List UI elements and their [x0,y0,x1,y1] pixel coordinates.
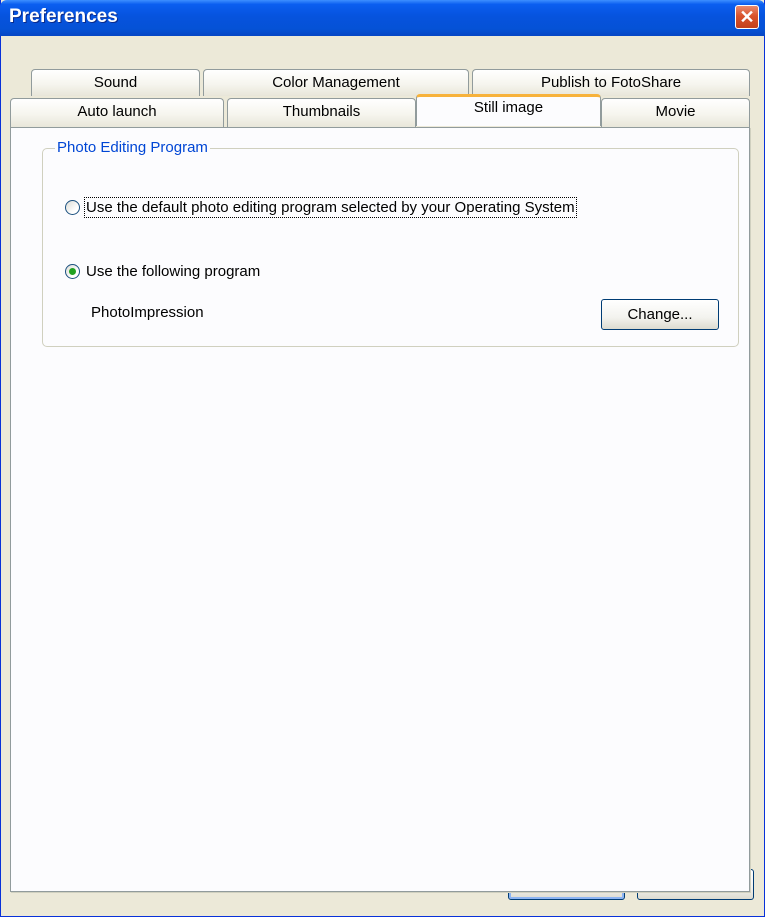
close-icon: ✕ [739,7,755,27]
radio-default-program[interactable]: Use the default photo editing program se… [65,197,577,218]
tab-publish-to-fotoshare[interactable]: Publish to FotoShare [472,69,750,96]
radio-following-indicator[interactable] [65,264,80,279]
tab-sound[interactable]: Sound [31,69,200,96]
photo-editing-program-group: Photo Editing Program Use the default ph… [42,139,739,347]
tab-thumbnails[interactable]: Thumbnails [227,98,416,127]
window-title: Preferences [9,6,118,27]
radio-default-indicator[interactable] [65,200,80,215]
change-button[interactable]: Change... [601,299,719,330]
radio-following-program[interactable]: Use the following program [65,263,260,280]
still-image-panel: Photo Editing Program Use the default ph… [10,127,750,892]
group-title: Photo Editing Program [55,139,210,157]
radio-default-label[interactable]: Use the default photo editing program se… [84,197,577,218]
tab-movie[interactable]: Movie [601,98,750,127]
preferences-window: Preferences ✕ Sound Color Management Pub… [0,0,765,917]
close-button[interactable]: ✕ [735,5,759,29]
dialog-body: Sound Color Management Publish to FotoSh… [1,36,764,916]
title-bar[interactable]: Preferences ✕ [0,0,765,36]
tab-still-image[interactable]: Still image [416,94,601,126]
tab-auto-launch[interactable]: Auto launch [10,98,224,127]
radio-following-label[interactable]: Use the following program [86,263,260,280]
tab-color-management[interactable]: Color Management [203,69,469,96]
selected-program-name: PhotoImpression [91,304,204,321]
